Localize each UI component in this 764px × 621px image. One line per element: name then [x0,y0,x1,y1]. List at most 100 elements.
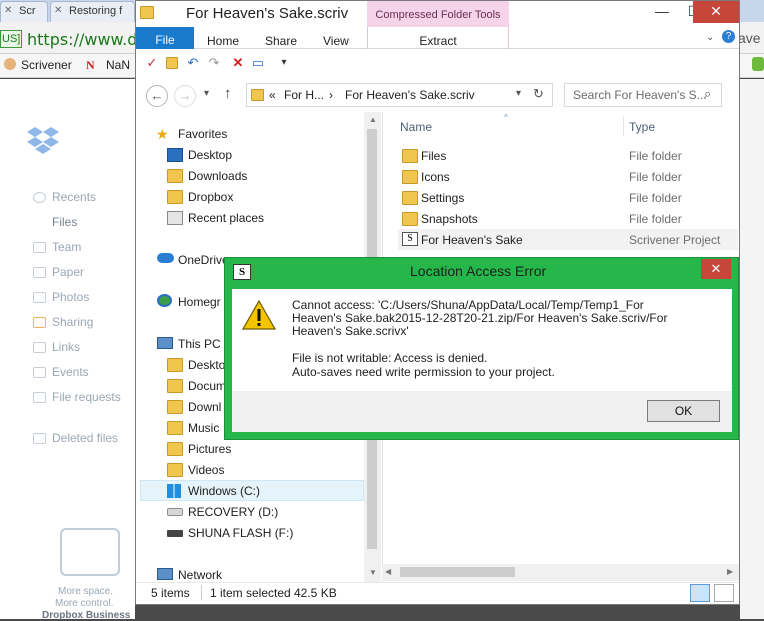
recent-places-icon [167,211,183,225]
browser-right-text: ave [738,30,761,46]
promo-line-2: More control. [55,598,114,609]
status-divider [201,585,202,600]
file-name[interactable]: Icons [421,170,450,184]
promo-line-3[interactable]: Dropbox Business [42,610,130,621]
file-name[interactable]: Snapshots [421,212,478,226]
nav-desktop[interactable]: Desktop [188,148,232,162]
context-tab-compressed-folder-tools: Compressed Folder Tools [367,1,509,27]
dropbox-nav-links[interactable]: Links [52,340,80,354]
nav-drive-f[interactable]: SHUNA FLASH (F:) [188,526,293,540]
ribbon-expand-icon[interactable]: ⌄ [706,32,714,43]
browser-tab-restoring[interactable]: ✕ Restoring f [50,1,135,22]
dropbox-nav-sharing[interactable]: Sharing [52,315,93,329]
nav-recent-places[interactable]: Recent places [188,211,264,225]
recent-locations-icon[interactable]: ▾ [204,88,209,99]
pc-desktop-icon [167,358,183,372]
url-field[interactable]: https://www.dr [27,30,144,49]
redo-icon[interactable]: ↷ [206,55,222,71]
file-name[interactable]: Settings [421,191,464,205]
tab-share[interactable]: Share [265,34,297,48]
column-header-type[interactable]: Type [629,120,655,134]
dropbox-nav-file-requests[interactable]: File requests [52,390,121,404]
sort-ascending-icon: ^ [504,113,508,122]
dialog-close-button[interactable]: ✕ [701,259,731,279]
scroll-left-icon[interactable]: ◀ [385,567,391,576]
tab-extract[interactable]: Extract [367,27,509,49]
rename-icon[interactable]: ▭ [250,55,266,71]
tab-close-icon[interactable]: ✕ [54,5,62,16]
customize-toolbar-icon[interactable]: ▾ [276,55,292,71]
nav-favorites[interactable]: Favorites [178,127,227,141]
network-icon [157,568,173,580]
details-view-icon[interactable] [690,584,710,602]
dropbox-nav-events[interactable]: Events [52,365,89,379]
this-pc-icon [157,337,173,349]
tab-file[interactable]: File [136,27,194,49]
properties-icon[interactable]: ✓ [144,55,160,71]
business-promo-icon [60,528,120,576]
deleted-files-icon [33,433,46,444]
file-name[interactable]: Files [421,149,446,163]
tab-view[interactable]: View [323,34,349,48]
nav-documents[interactable]: Docum [188,379,226,393]
nav-music[interactable]: Music [188,421,219,435]
tab-label: Restoring f [69,5,123,17]
close-button[interactable]: ✕ [693,1,739,23]
dialog-title: Location Access Error [410,263,547,279]
breadcrumb-separator[interactable]: › [329,88,333,102]
breadcrumb-parent[interactable]: For H... [284,88,324,102]
up-button[interactable]: ↑ [224,85,232,102]
nav-pc-downloads[interactable]: Downl [188,400,221,414]
browser-tab-scrivener[interactable]: ✕ Scr [0,1,48,22]
nav-scroll-up-icon[interactable]: ▲ [369,115,377,124]
nav-drive-c[interactable]: Windows (C:) [188,484,260,498]
nav-dropbox[interactable]: Dropbox [188,190,233,204]
nav-network[interactable]: Network [178,568,222,582]
delete-icon[interactable]: ✕ [230,55,246,71]
new-folder-icon[interactable] [166,57,178,69]
nav-scroll-down-icon[interactable]: ▼ [369,568,377,577]
back-button[interactable]: ← [146,85,168,107]
nav-pictures[interactable]: Pictures [188,442,231,456]
dropbox-nav-files[interactable]: Files [52,215,77,229]
dropbox-nav-paper[interactable]: Paper [52,265,84,279]
nav-pc-desktop[interactable]: Deskto [188,358,225,372]
large-icons-view-icon[interactable] [714,584,734,602]
dropbox-nav-photos[interactable]: Photos [52,290,89,304]
scroll-right-icon[interactable]: ▶ [727,567,733,576]
extension-icon[interactable] [752,57,764,71]
refresh-icon[interactable]: ↻ [533,86,544,102]
bookmark-scrivener[interactable]: Scrivener [21,58,72,72]
minimize-button[interactable]: — [646,1,678,23]
tab-close-icon[interactable]: ✕ [4,5,12,16]
help-icon[interactable]: ? [722,30,735,43]
dropbox-logo-icon[interactable] [27,125,59,155]
ok-button[interactable]: OK [647,400,720,422]
tab-home[interactable]: Home [207,34,239,48]
nav-videos[interactable]: Videos [188,463,224,477]
column-header-name[interactable]: Name [400,120,432,134]
file-name[interactable]: For Heaven's Sake [421,233,523,247]
dropbox-right-edge [740,79,764,619]
nav-onedrive[interactable]: OneDrive [178,253,229,267]
paper-icon [33,267,46,278]
horizontal-scroll-thumb[interactable] [400,567,515,577]
breadcrumb-current[interactable]: For Heaven's Sake.scriv [345,88,475,102]
address-dropdown-icon[interactable]: ▾ [516,88,521,99]
nav-this-pc[interactable]: This PC [178,337,221,351]
search-icon[interactable]: ⌕ [704,86,711,102]
column-divider[interactable] [623,116,624,136]
nav-downloads[interactable]: Downloads [188,169,247,183]
nav-homegroup[interactable]: Homegr [178,295,221,309]
breadcrumb-overflow[interactable]: « [269,88,276,102]
undo-icon[interactable]: ↶ [185,55,201,71]
nav-drive-d[interactable]: RECOVERY (D:) [188,505,278,519]
dropbox-folder-icon [167,190,183,204]
links-icon [33,342,46,353]
dropbox-nav-deleted-files[interactable]: Deleted files [52,431,118,445]
onedrive-cloud-icon [157,253,174,263]
forward-button[interactable]: → [174,85,196,107]
bookmark-nanowrimo[interactable]: NaN [106,58,130,72]
dropbox-nav-recents[interactable]: Recents [52,190,96,204]
dropbox-nav-team[interactable]: Team [52,240,81,254]
